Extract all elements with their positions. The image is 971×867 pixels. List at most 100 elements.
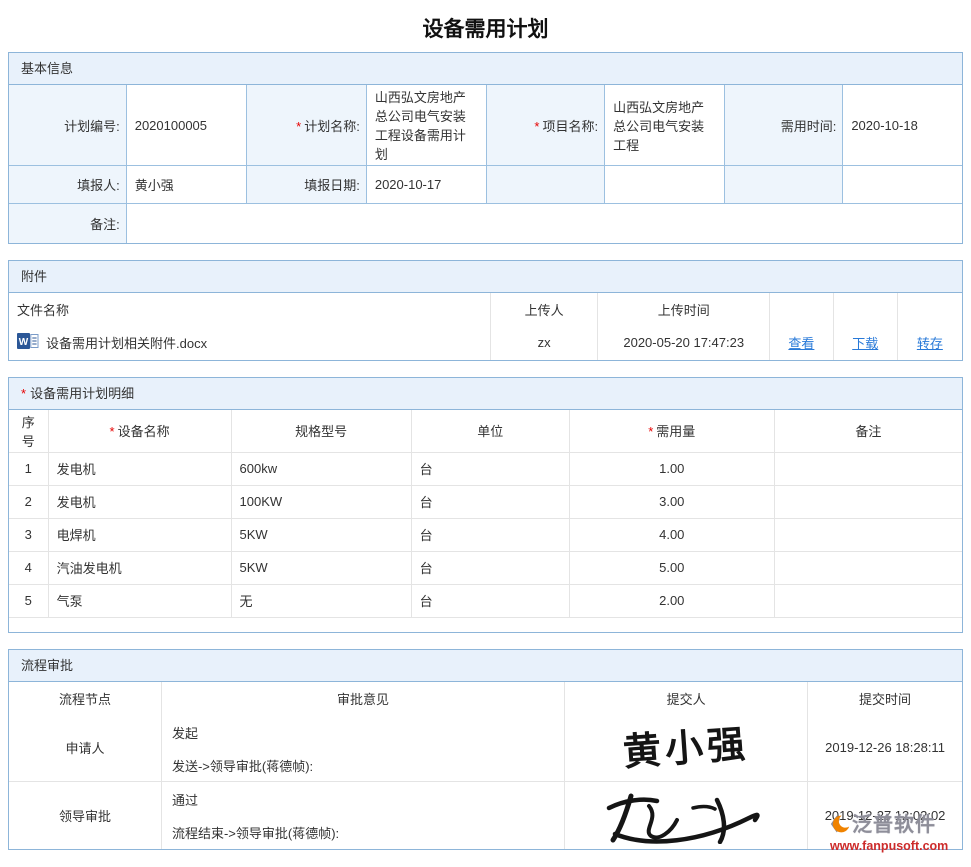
download-link[interactable]: 下载 (852, 336, 878, 351)
required-mark: * (296, 119, 301, 134)
attachments-header-row: 文件名称 上传人 上传时间 (9, 293, 962, 326)
detail-row: 3 电焊机 5KW 台 4.00 (9, 518, 962, 551)
project-name-value: 山西弘文房地产总公司电气安装工程 (605, 85, 725, 166)
required-mark: * (21, 386, 26, 401)
spec-cell: 600kw (231, 452, 411, 485)
empty-label-cell (486, 166, 604, 204)
need-time-value: 2020-10-18 (843, 85, 962, 166)
equipment-name-cell: 气泵 (48, 584, 231, 617)
remark-cell (774, 584, 962, 617)
seq-cell: 4 (9, 551, 48, 584)
remark-cell (774, 518, 962, 551)
plan-name-value: 山西弘文房地产总公司电气安装工程设备需用计划 (366, 85, 486, 166)
plan-no-value: 2020100005 (126, 85, 246, 166)
qty-cell: 4.00 (569, 518, 774, 551)
unit-cell: 台 (411, 452, 569, 485)
attachments-table: 文件名称 上传人 上传时间 W (9, 293, 962, 360)
unit-cell: 台 (411, 485, 569, 518)
opinion-line-2: 发送->领导审批(蒋德帧): (172, 756, 554, 775)
basic-info-row-3: 备注: (9, 204, 962, 243)
page-title: 设备需用计划 (0, 13, 971, 43)
approval-row: 领导审批 通过 流程结束->领导审批(蒋德帧): (9, 781, 962, 849)
equipment-details-section-header: *设备需用计划明细 (9, 378, 962, 410)
submitter-column-header: 提交人 (565, 682, 808, 715)
signature-huang-xiaoqiang: 黄小强 (622, 724, 750, 771)
approval-row: 申请人 发起 发送->领导审批(蒋德帧): 黄小强 2019-12-26 18:… (9, 715, 962, 782)
required-mark: * (648, 424, 653, 439)
spec-cell: 5KW (231, 551, 411, 584)
equipment-name-column-header: *设备名称 (48, 410, 231, 453)
need-time-label: 需用时间: (725, 85, 843, 166)
vendor-brand-name: 泛普软件 (852, 815, 936, 835)
actions-column-header (833, 293, 897, 326)
equipment-details-section: *设备需用计划明细 序号 *设备名称 规格型号 单位 *需用量 备注 1 发电机… (8, 377, 963, 633)
spec-column-header: 规格型号 (231, 410, 411, 453)
vendor-watermark: 泛普软件 www.fanpusoft.com (830, 814, 962, 853)
word-file-icon: W (17, 333, 39, 352)
unit-cell: 台 (411, 584, 569, 617)
remark-column-header: 备注 (774, 410, 962, 453)
equipment-details-table: 序号 *设备名称 规格型号 单位 *需用量 备注 1 发电机 600kw 台 1… (9, 410, 962, 618)
remark-cell (774, 551, 962, 584)
approval-section: 流程审批 流程节点 审批意见 提交人 提交时间 申请人 发起 发送->领导审批(… (8, 649, 963, 850)
unit-cell: 台 (411, 518, 569, 551)
flow-node-cell: 申请人 (9, 715, 161, 782)
project-name-label: *项目名称: (486, 85, 604, 166)
basic-info-row-1: 计划编号: 2020100005 *计划名称: 山西弘文房地产总公司电气安装工程… (9, 85, 962, 166)
plan-name-label: *计划名称: (246, 85, 366, 166)
attachments-section: 附件 文件名称 上传人 上传时间 (8, 260, 963, 361)
filler-label: 填报人: (9, 166, 126, 204)
seq-cell: 1 (9, 452, 48, 485)
empty-value-cell (605, 166, 725, 204)
equipment-name-cell: 发电机 (48, 452, 231, 485)
required-mark: * (534, 119, 539, 134)
spec-cell: 5KW (231, 518, 411, 551)
qty-column-header: *需用量 (569, 410, 774, 453)
spec-cell: 无 (231, 584, 411, 617)
detail-row: 1 发电机 600kw 台 1.00 (9, 452, 962, 485)
uploader-column-header: 上传人 (490, 293, 598, 326)
save-as-link[interactable]: 转存 (917, 336, 943, 351)
basic-info-section: 基本信息 计划编号: 2020100005 *计划名称: 山西弘文房地产总公司电… (8, 52, 963, 244)
fill-date-label: 填报日期: (246, 166, 366, 204)
svg-text:W: W (19, 337, 29, 348)
remark-cell (774, 485, 962, 518)
approval-section-header: 流程审批 (9, 650, 962, 682)
seq-cell: 5 (9, 584, 48, 617)
qty-cell: 5.00 (569, 551, 774, 584)
flow-node-column-header: 流程节点 (9, 682, 161, 715)
approval-header-row: 流程节点 审批意见 提交人 提交时间 (9, 682, 962, 715)
remark-value (126, 204, 962, 243)
empty-value-cell (843, 166, 962, 204)
opinion-line-1: 通过 (172, 790, 554, 809)
submitter-signature-cell: 黄小强 (565, 715, 808, 782)
file-name-column-header: 文件名称 (9, 293, 490, 326)
equipment-name-cell: 发电机 (48, 485, 231, 518)
qty-cell: 1.00 (569, 452, 774, 485)
fanpu-logo-icon (830, 814, 850, 836)
submitter-signature-cell (565, 781, 808, 849)
unit-cell: 台 (411, 551, 569, 584)
attachment-file-cell: W 设备需用计划相关附件.docx (9, 326, 490, 360)
actions-column-header (897, 293, 962, 326)
attachment-file-name: 设备需用计划相关附件.docx (46, 333, 207, 352)
seq-cell: 2 (9, 485, 48, 518)
attachment-uploader: zx (490, 326, 598, 360)
opinion-line-1: 发起 (172, 723, 554, 742)
flow-node-cell: 领导审批 (9, 781, 161, 849)
attachment-row: W 设备需用计划相关附件.docx zx 2020-05-20 17:47:23… (9, 326, 962, 360)
seq-column-header: 序号 (9, 410, 48, 453)
signature-jiang-dezhen (597, 784, 775, 844)
equipment-name-cell: 汽油发电机 (48, 551, 231, 584)
required-mark: * (110, 424, 115, 439)
upload-time-column-header: 上传时间 (598, 293, 770, 326)
opinion-cell: 通过 流程结束->领导审批(蒋德帧): (161, 781, 564, 849)
qty-cell: 3.00 (569, 485, 774, 518)
view-link[interactable]: 查看 (788, 336, 814, 351)
filler-value: 黄小强 (126, 166, 246, 204)
submit-time-column-header: 提交时间 (808, 682, 962, 715)
approval-table: 流程节点 审批意见 提交人 提交时间 申请人 发起 发送->领导审批(蒋德帧):… (9, 682, 962, 849)
remark-cell (774, 452, 962, 485)
detail-row: 2 发电机 100KW 台 3.00 (9, 485, 962, 518)
submit-time-cell: 2019-12-26 18:28:11 (808, 715, 962, 782)
